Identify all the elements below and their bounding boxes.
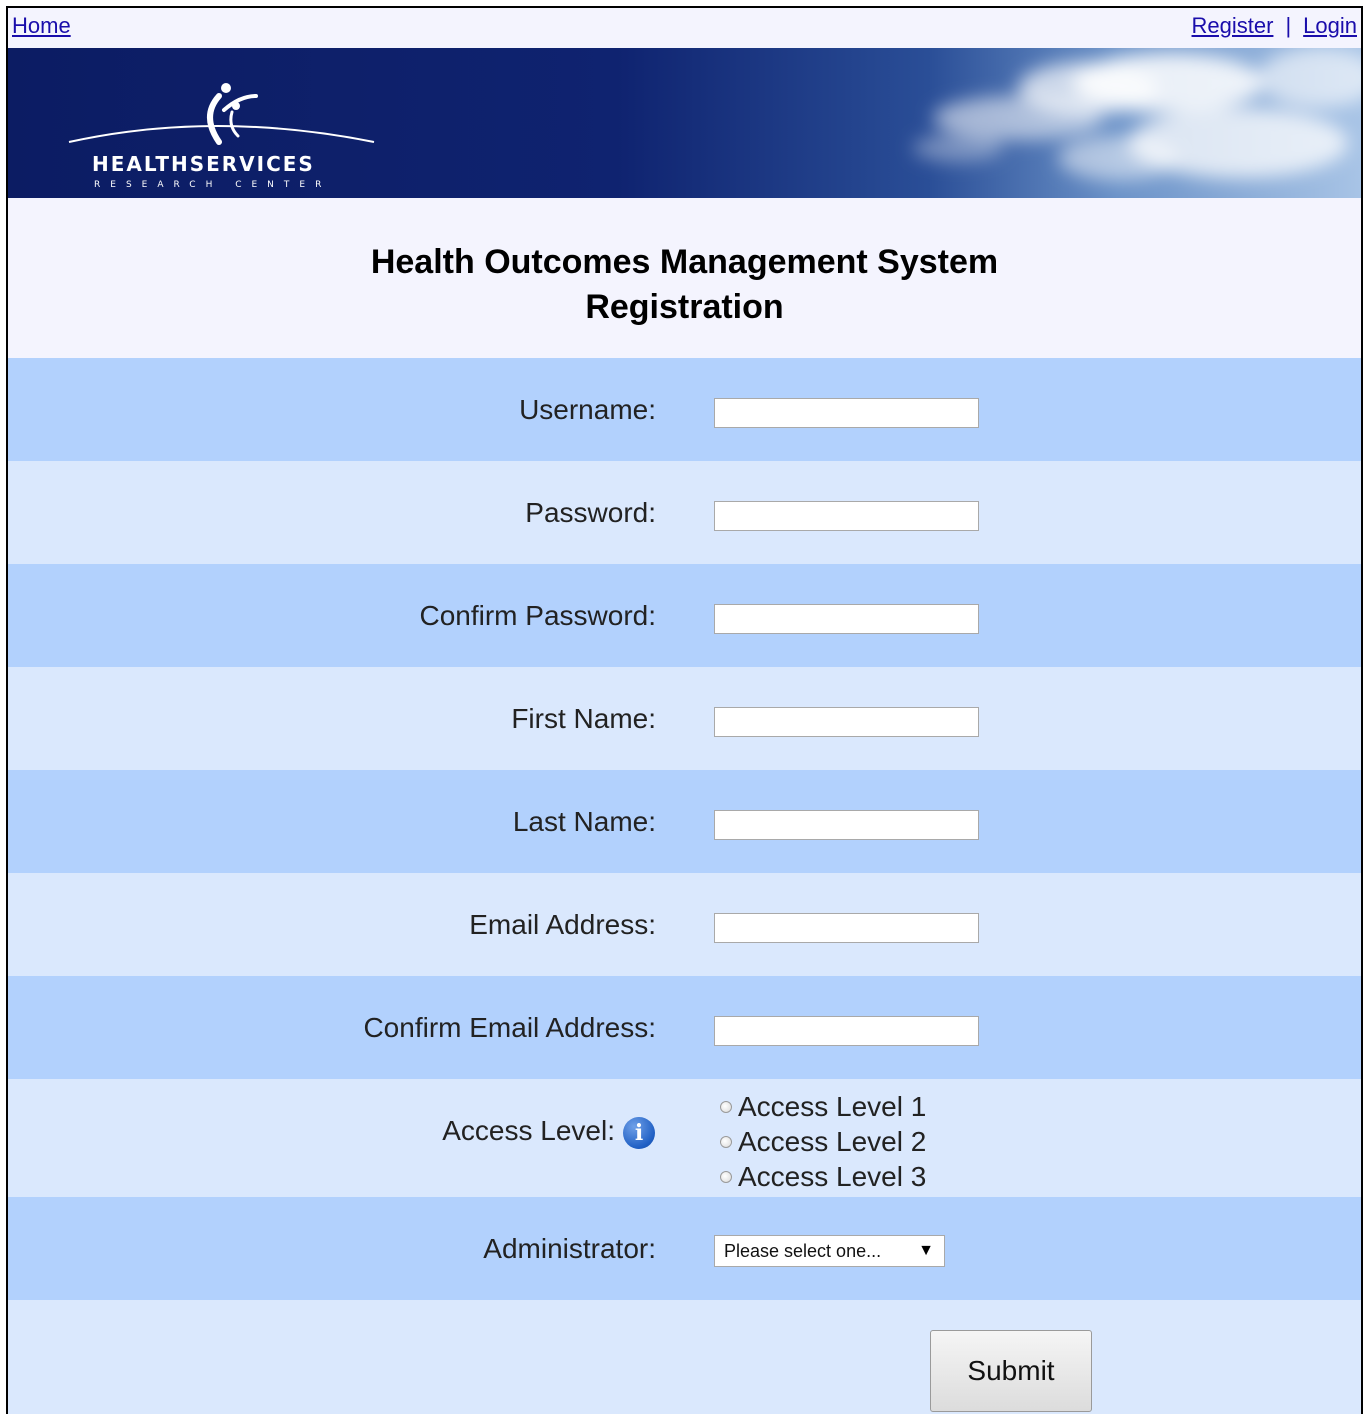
email-input[interactable]	[714, 913, 979, 943]
access-level-option-3[interactable]: Access Level 3	[720, 1159, 926, 1194]
first-name-input[interactable]	[714, 707, 979, 737]
access-level-option-label: Access Level 2	[738, 1125, 927, 1157]
logo-title: HEALTHSERVICES	[92, 152, 315, 176]
page-frame: Home Register | Login HEALTHSERVICES RES…	[6, 6, 1363, 1414]
first-name-row: First Name:	[8, 667, 1361, 770]
administrator-select[interactable]: Please select one... ▼	[714, 1235, 945, 1267]
submit-button[interactable]: Submit	[930, 1330, 1092, 1412]
page-title-line1: Health Outcomes Management System	[370, 243, 999, 281]
logo-subtitle: RESEARCH CENTER	[94, 180, 331, 190]
password-label: Password:	[525, 497, 656, 528]
access-level-option-label: Access Level 3	[738, 1160, 927, 1192]
page-title-line2: Registration	[585, 288, 784, 326]
confirm-email-row: Confirm Email Address:	[8, 976, 1361, 1079]
first-name-label: First Name:	[511, 703, 656, 734]
username-row: Username:	[8, 358, 1361, 461]
header-banner: HEALTHSERVICES RESEARCH CENTER	[8, 48, 1361, 198]
last-name-label: Last Name:	[512, 806, 656, 837]
registration-form: Username: Password: Confirm Password: Fi…	[8, 358, 1361, 1414]
radio-button-icon[interactable]	[720, 1100, 732, 1113]
username-label: Username:	[519, 394, 656, 425]
healthservices-logo: HEALTHSERVICES RESEARCH CENTER	[68, 83, 375, 190]
access-level-row: Access Level: i Access Level 1 Access Lev…	[8, 1079, 1361, 1197]
confirm-email-label: Confirm Email Address:	[363, 1012, 656, 1043]
administrator-row: Administrator: Please select one... ▼	[8, 1197, 1361, 1300]
radio-button-icon[interactable]	[720, 1170, 732, 1183]
info-icon[interactable]: i	[623, 1116, 655, 1149]
access-level-option-2[interactable]: Access Level 2	[720, 1124, 926, 1159]
access-level-radio-group: Access Level 1 Access Level 2 Access Lev…	[720, 1089, 926, 1194]
submit-row: Submit	[8, 1300, 1361, 1414]
nav-separator: |	[1285, 13, 1292, 38]
access-level-option-1[interactable]: Access Level 1	[720, 1089, 926, 1124]
top-nav: Home Register | Login	[8, 8, 1361, 48]
login-link[interactable]: Login	[1303, 13, 1357, 38]
username-input[interactable]	[714, 398, 979, 428]
confirm-password-row: Confirm Password:	[8, 564, 1361, 667]
last-name-input[interactable]	[714, 810, 979, 840]
chevron-down-icon: ▼	[918, 1242, 934, 1259]
password-row: Password:	[8, 461, 1361, 564]
confirm-password-input[interactable]	[714, 604, 979, 634]
page-title: Health Outcomes Management System Regist…	[8, 240, 1361, 330]
last-name-row: Last Name:	[8, 770, 1361, 873]
register-link[interactable]: Register	[1192, 13, 1274, 38]
administrator-selected-value: Please select one...	[724, 1241, 882, 1261]
confirm-email-input[interactable]	[714, 1016, 979, 1046]
account-links: Register | Login	[1192, 13, 1357, 39]
email-row: Email Address:	[8, 873, 1361, 976]
access-level-label-group: Access Level: i	[442, 1115, 655, 1149]
access-level-label: Access Level:	[442, 1115, 615, 1146]
confirm-password-label: Confirm Password:	[419, 600, 656, 631]
home-link[interactable]: Home	[12, 13, 71, 39]
radio-button-icon[interactable]	[720, 1135, 732, 1148]
administrator-label: Administrator:	[483, 1233, 656, 1264]
password-input[interactable]	[714, 501, 979, 531]
email-label: Email Address:	[469, 909, 656, 940]
access-level-option-label: Access Level 1	[738, 1090, 927, 1122]
